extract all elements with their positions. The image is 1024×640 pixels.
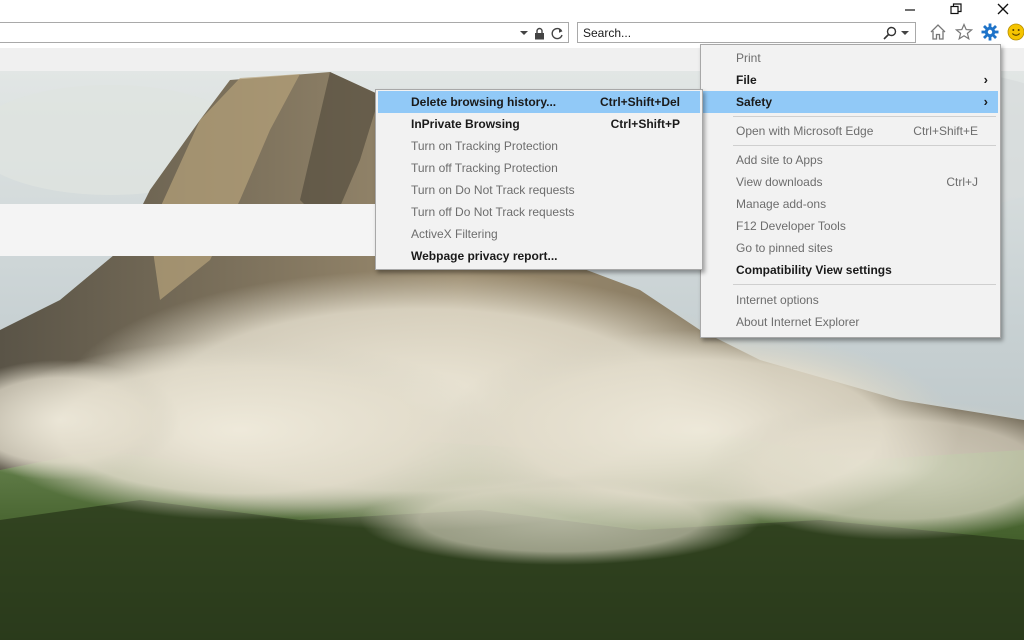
search-icon[interactable] xyxy=(883,26,897,40)
menu-item-label: Turn on Do Not Track requests xyxy=(411,183,575,197)
menu-item-label: About Internet Explorer xyxy=(736,315,860,329)
menu-item-label: Turn on Tracking Protection xyxy=(411,139,558,153)
menu-item-shortcut: Ctrl+Shift+P xyxy=(610,117,680,131)
menu-item-dnt-on[interactable]: Turn on Do Not Track requests xyxy=(378,179,700,201)
menu-item-label: View downloads xyxy=(736,175,823,189)
menu-item-label: Manage add-ons xyxy=(736,197,827,211)
menu-item-label: Add site to Apps xyxy=(736,153,823,167)
menu-item-label: ActiveX Filtering xyxy=(411,227,498,241)
menu-item-tracking-off[interactable]: Turn off Tracking Protection xyxy=(378,157,700,179)
address-bar[interactable] xyxy=(0,22,569,43)
menu-item-privacy-report[interactable]: Webpage privacy report... xyxy=(378,245,700,267)
menu-item-label: Internet options xyxy=(736,293,819,307)
menu-item-manage-addons[interactable]: Manage add-ons xyxy=(703,193,998,215)
menu-item-inprivate[interactable]: InPrivate Browsing Ctrl+Shift+P xyxy=(378,113,700,135)
menu-item-label: File xyxy=(736,73,757,87)
dropdown-arrow-icon[interactable] xyxy=(520,30,528,36)
menu-separator xyxy=(733,116,996,117)
menu-item-compatibility-view[interactable]: Compatibility View settings xyxy=(703,259,998,281)
restore-button[interactable] xyxy=(942,0,970,18)
feedback-button[interactable] xyxy=(1006,22,1024,42)
menu-item-open-edge[interactable]: Open with Microsoft Edge Ctrl+Shift+E xyxy=(703,120,998,142)
menu-item-label: Safety xyxy=(736,95,773,109)
smiley-icon xyxy=(1007,23,1024,41)
menu-item-label: Print xyxy=(736,51,761,65)
menu-item-shortcut: Ctrl+J xyxy=(946,175,978,189)
menu-item-safety[interactable]: Safety › xyxy=(703,91,998,113)
menu-item-shortcut: Ctrl+Shift+E xyxy=(913,124,978,138)
search-input[interactable] xyxy=(583,25,863,40)
menu-item-label: Delete browsing history... xyxy=(411,95,557,109)
menu-item-label: InPrivate Browsing xyxy=(411,117,520,131)
close-icon xyxy=(997,3,1009,15)
menu-item-about[interactable]: About Internet Explorer xyxy=(703,311,998,333)
dropdown-arrow-icon[interactable] xyxy=(901,30,909,36)
restore-icon xyxy=(950,3,962,15)
menu-item-label: Turn off Tracking Protection xyxy=(411,161,558,175)
menu-item-label: F12 Developer Tools xyxy=(736,219,846,233)
menu-item-label: Open with Microsoft Edge xyxy=(736,124,874,138)
menu-item-internet-options[interactable]: Internet options xyxy=(703,289,998,311)
menu-item-f12-tools[interactable]: F12 Developer Tools xyxy=(703,215,998,237)
menu-item-tracking-on[interactable]: Turn on Tracking Protection xyxy=(378,135,700,157)
chevron-right-icon: › xyxy=(983,94,988,109)
minimize-icon xyxy=(905,9,915,11)
refresh-icon[interactable] xyxy=(551,27,564,40)
menu-item-shortcut: Ctrl+Shift+Del xyxy=(599,95,680,109)
menu-item-label: Go to pinned sites xyxy=(736,241,833,255)
minimize-button[interactable] xyxy=(896,0,924,18)
lock-icon[interactable] xyxy=(534,27,545,40)
menu-separator xyxy=(733,145,996,146)
safety-submenu: Delete browsing history... Ctrl+Shift+De… xyxy=(375,89,703,270)
menu-item-activex-filtering[interactable]: ActiveX Filtering xyxy=(378,223,700,245)
menu-item-print[interactable]: Print xyxy=(703,47,998,69)
menu-item-delete-browsing-history[interactable]: Delete browsing history... Ctrl+Shift+De… xyxy=(378,91,700,113)
toolbar-icons xyxy=(928,22,1024,42)
home-icon xyxy=(930,24,946,40)
menu-item-dnt-off[interactable]: Turn off Do Not Track requests xyxy=(378,201,700,223)
home-button[interactable] xyxy=(928,22,948,42)
menu-item-view-downloads[interactable]: View downloads Ctrl+J xyxy=(703,171,998,193)
tools-button[interactable] xyxy=(980,22,1000,42)
star-icon xyxy=(955,23,973,41)
menu-item-label: Compatibility View settings xyxy=(736,263,892,277)
tools-menu: Print File › Safety › Open with Microsof… xyxy=(700,44,1001,338)
gear-icon xyxy=(981,23,999,41)
search-box[interactable] xyxy=(577,22,916,43)
close-button[interactable] xyxy=(989,0,1017,18)
favorites-button[interactable] xyxy=(954,22,974,42)
menu-item-pinned-sites[interactable]: Go to pinned sites xyxy=(703,237,998,259)
chevron-right-icon: › xyxy=(983,72,988,87)
title-bar xyxy=(0,0,1024,20)
page-content-panel xyxy=(0,204,376,256)
menu-item-label: Turn off Do Not Track requests xyxy=(411,205,575,219)
menu-item-file[interactable]: File › xyxy=(703,69,998,91)
menu-separator xyxy=(733,284,996,285)
menu-item-add-site[interactable]: Add site to Apps xyxy=(703,149,998,171)
menu-item-label: Webpage privacy report... xyxy=(411,249,558,263)
